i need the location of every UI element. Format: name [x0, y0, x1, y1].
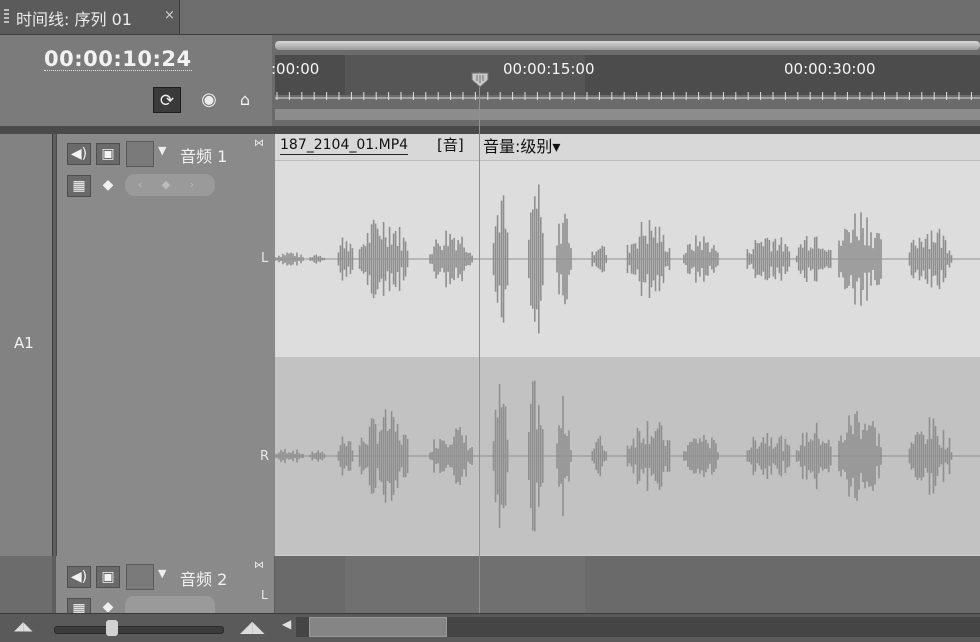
ruler-label: 00:00:15:00 — [503, 60, 595, 78]
ruler-label: 00:00:30:00 — [784, 60, 876, 78]
viewing-area-bar[interactable] — [275, 109, 980, 120]
keyframe-toggle-icon[interactable]: ◆ — [97, 175, 119, 195]
close-icon[interactable]: × — [164, 8, 175, 23]
playhead-handle[interactable] — [471, 72, 489, 88]
clip-name: 187_2104_01.MP4 — [280, 137, 409, 155]
chevron-down-icon[interactable]: ▼ — [158, 567, 166, 580]
timecode-display[interactable]: 00:00:10:24 — [44, 48, 192, 71]
waveform-display-icon[interactable]: ▦ — [67, 598, 91, 614]
channel-label-left: L — [261, 251, 269, 266]
playhead-line[interactable] — [479, 72, 480, 613]
work-area-bar[interactable] — [275, 41, 980, 50]
keyframe-icon[interactable]: ⌂ — [236, 89, 254, 111]
tab-title[interactable]: 时间线: 序列 01 — [16, 6, 132, 30]
ruler-ticks — [275, 92, 980, 100]
speaker-icon[interactable]: ◀) — [67, 143, 91, 165]
keyframe-navigator[interactable]: ‹ ◆ › — [125, 174, 215, 196]
audio-waveform — [275, 184, 980, 532]
keyframe-navigator[interactable] — [125, 596, 215, 613]
track-sync-toggle[interactable] — [126, 564, 154, 590]
track-name: 音频 2 — [180, 570, 228, 589]
lock-icon[interactable]: ▣ — [96, 143, 120, 165]
tab-grip-handle[interactable] — [4, 9, 9, 25]
track-header-audio-1 — [56, 134, 275, 556]
snap-icon[interactable]: ⟳ — [153, 87, 181, 113]
track-target-label: A1 — [14, 334, 34, 352]
zoom-in-icon[interactable]: ◢◣ — [240, 617, 265, 636]
waveform-display-icon[interactable]: ▦ — [67, 175, 91, 197]
expand-icon[interactable]: ⋈ — [254, 138, 264, 149]
speaker-icon[interactable]: ◀) — [67, 566, 91, 588]
scrollbar-thumb[interactable] — [309, 617, 447, 637]
channel-label-left: L — [261, 588, 268, 602]
track-name: 音频 1 — [180, 147, 228, 166]
scroll-left-icon[interactable]: ◀ — [282, 617, 291, 631]
keyframe-toggle-icon[interactable]: ◆ — [97, 597, 119, 612]
track-sync-toggle[interactable] — [126, 141, 154, 167]
track-target-a2[interactable] — [0, 556, 52, 613]
channel-label-right: R — [260, 449, 270, 464]
zoom-slider-thumb[interactable] — [106, 620, 118, 636]
ruler-label: :00:00 — [271, 60, 320, 78]
track-2-highlight — [345, 556, 585, 613]
expand-icon[interactable]: ⋈ — [254, 560, 264, 571]
zoom-out-icon[interactable]: ◢◣ — [14, 619, 32, 633]
chevron-down-icon[interactable]: ▼ — [158, 144, 166, 157]
zoom-slider[interactable] — [54, 626, 224, 634]
volume-level-dropdown[interactable]: 音量:级别▾ — [483, 133, 560, 157]
clip-type-tag: [音] — [437, 136, 464, 154]
marker-icon[interactable]: ◉ — [197, 87, 221, 113]
lock-icon[interactable]: ▣ — [96, 566, 120, 588]
